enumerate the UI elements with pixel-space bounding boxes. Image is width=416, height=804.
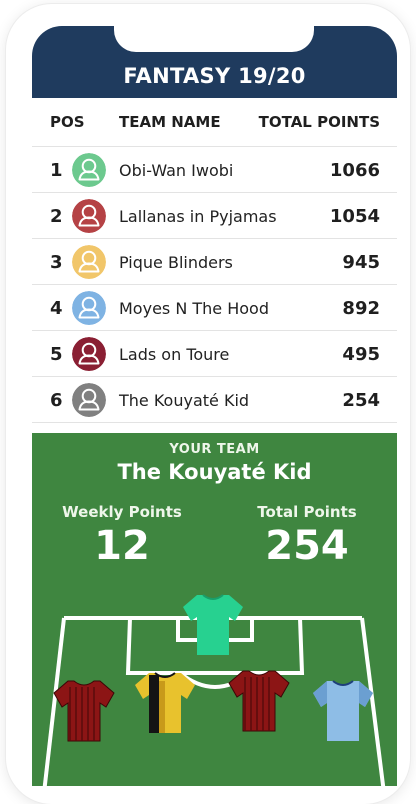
- claret-striped-shirt-icon[interactable]: [53, 679, 115, 747]
- table-row[interactable]: 2 Lallanas in Pyjamas 1054: [32, 193, 397, 239]
- sky-blue-shirt-icon[interactable]: [312, 679, 374, 747]
- user-avatar-icon: [72, 291, 106, 325]
- row-position: 5: [50, 344, 63, 365]
- user-avatar-icon: [72, 199, 106, 233]
- app-screen: FANTASY 19/20 POS TEAM NAME TOTAL POINTS…: [32, 26, 397, 786]
- row-total-points: 254: [342, 390, 380, 411]
- header-pos: POS: [50, 113, 85, 131]
- user-avatar-icon: [72, 337, 106, 371]
- row-position: 4: [50, 298, 63, 319]
- black-yellow-shirt-icon[interactable]: [134, 671, 196, 739]
- user-avatar-icon: [72, 245, 106, 279]
- your-team-panel: YOUR TEAM The Kouyaté Kid Weekly Points …: [32, 433, 397, 786]
- row-total-points: 1054: [329, 206, 380, 227]
- league-table-header: POS TEAM NAME TOTAL POINTS: [32, 98, 397, 147]
- row-team-name: Pique Blinders: [119, 253, 233, 272]
- row-total-points: 945: [342, 252, 380, 273]
- header-total-points: TOTAL POINTS: [258, 113, 380, 131]
- row-team-name: The Kouyaté Kid: [119, 391, 250, 410]
- user-avatar-icon: [72, 383, 106, 417]
- table-row[interactable]: 4 Moyes N The Hood 892: [32, 285, 397, 331]
- app-title: FANTASY 19/20: [123, 64, 306, 88]
- row-position: 2: [50, 206, 63, 227]
- table-row[interactable]: 6 The Kouyaté Kid 254: [32, 377, 397, 423]
- user-avatar-icon: [72, 153, 106, 187]
- row-team-name: Lads on Toure: [119, 345, 230, 364]
- table-row[interactable]: 3 Pique Blinders 945: [32, 239, 397, 285]
- phone-notch: [114, 26, 314, 52]
- row-team-name: Moyes N The Hood: [119, 299, 269, 318]
- row-team-name: Obi-Wan Iwobi: [119, 161, 234, 180]
- green-shirt-icon[interactable]: [182, 593, 244, 661]
- header-team-name: TEAM NAME: [119, 113, 221, 131]
- row-position: 3: [50, 252, 63, 273]
- table-row[interactable]: 1 Obi-Wan Iwobi 1066: [32, 147, 397, 193]
- row-total-points: 495: [342, 344, 380, 365]
- row-total-points: 1066: [329, 160, 380, 181]
- phone-frame: FANTASY 19/20 POS TEAM NAME TOTAL POINTS…: [6, 4, 410, 804]
- row-total-points: 892: [342, 298, 380, 319]
- table-row[interactable]: 5 Lads on Toure 495: [32, 331, 397, 377]
- claret-striped-shirt-icon[interactable]: [228, 669, 290, 737]
- row-position: 1: [50, 160, 63, 181]
- row-position: 6: [50, 390, 63, 411]
- row-team-name: Lallanas in Pyjamas: [119, 207, 277, 226]
